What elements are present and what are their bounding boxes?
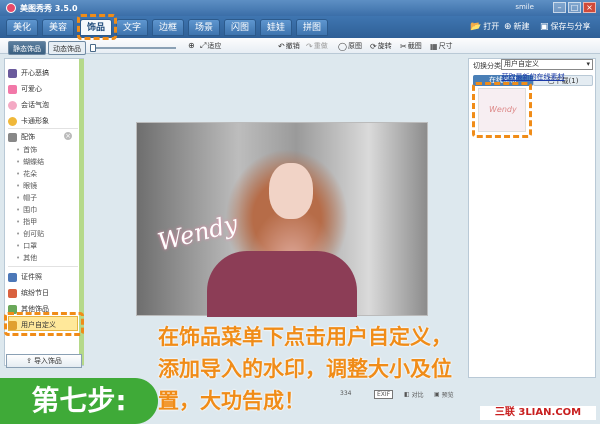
collapse-icon[interactable]: × xyxy=(64,132,72,140)
category-select[interactable]: 用户自定义 xyxy=(501,59,593,70)
app-logo-icon xyxy=(6,3,16,13)
tab-flash[interactable]: 闪图 xyxy=(224,19,256,36)
zoom-slider-track[interactable] xyxy=(92,47,176,49)
subcategory-bow[interactable]: 蝴蝶结 xyxy=(16,157,44,167)
import-accessory-button[interactable]: ⇪ 导入饰品 xyxy=(6,354,82,368)
maximize-icon[interactable]: □ xyxy=(568,2,581,13)
divider xyxy=(8,266,78,267)
speech-bubble-icon xyxy=(8,100,17,110)
category-cute-heart[interactable]: 可爱心 xyxy=(8,84,42,94)
subcategory-mask[interactable]: 口罩 xyxy=(16,241,37,251)
zoom-in-icon[interactable]: ⊕ xyxy=(188,41,195,50)
tab-doll[interactable]: 娃娃 xyxy=(260,19,292,36)
fun-icon xyxy=(8,68,17,78)
highlight-thumbnail xyxy=(472,82,532,138)
highlight-user-defined xyxy=(4,312,84,336)
tab-scene[interactable]: 场景 xyxy=(188,19,220,36)
new-button[interactable]: ⊕ 新建 xyxy=(504,21,530,32)
heart-icon xyxy=(8,84,17,94)
divider xyxy=(8,128,78,129)
site-watermark: 三联 3LIAN.COM xyxy=(480,406,596,420)
import-icon: ⇪ xyxy=(26,357,32,365)
rotate-button[interactable]: ⟳ 旋转 xyxy=(370,41,392,51)
category-cartoon[interactable]: 卡通形象 xyxy=(8,116,49,126)
subcategory-other[interactable]: 其他 xyxy=(16,253,37,263)
user-name[interactable]: smile xyxy=(515,3,534,11)
save-icon: ▣ xyxy=(540,21,549,32)
festival-icon xyxy=(8,288,17,298)
fit-icon: ⤢ xyxy=(200,41,207,50)
window-controls: – □ × xyxy=(553,2,596,13)
resize-button[interactable]: ▦ 尺寸 xyxy=(430,41,453,51)
category-festival[interactable]: 缤纷节日 xyxy=(8,288,49,298)
tab-dynamic-accessories[interactable]: 动态饰品 xyxy=(48,41,86,55)
close-icon[interactable]: × xyxy=(583,2,596,13)
zoom-slider-handle[interactable] xyxy=(90,44,96,52)
save-share-button[interactable]: ▣ 保存与分享 xyxy=(540,21,591,32)
tab-collage[interactable]: 拼图 xyxy=(296,19,328,36)
id-photo-icon xyxy=(8,272,17,282)
tab-static-accessories[interactable]: 静态饰品 xyxy=(8,41,46,55)
fit-button[interactable]: ⤢ 适应 xyxy=(200,41,221,51)
tab-beauty[interactable]: 美容 xyxy=(42,19,74,36)
subcategory-nail[interactable]: 指甲 xyxy=(16,217,37,227)
crop-icon: ✂ xyxy=(400,41,407,51)
instruction-line-2: 添加导入的水印，调整大小及位 xyxy=(158,357,452,381)
category-fun[interactable]: 开心恶搞 xyxy=(8,68,49,78)
instruction-text: 在饰品菜单下点击用户自定义， 添加导入的水印，调整大小及位 置，大功告成！ xyxy=(158,321,598,417)
original-icon: ◯ xyxy=(338,41,347,51)
open-button[interactable]: 📂 打开 xyxy=(470,21,499,32)
redo-button[interactable]: ↷ 重做 xyxy=(306,41,328,51)
get-online-materials-link[interactable]: 获取最新的在线素材 xyxy=(478,72,588,82)
subcategory-jewelry[interactable]: 首饰 xyxy=(16,145,37,155)
subcategory-hat[interactable]: 帽子 xyxy=(16,193,37,203)
category-speech-bubble[interactable]: 会话气泡 xyxy=(8,100,49,110)
subcategory-bandaid[interactable]: 创可贴 xyxy=(16,229,44,239)
rotate-icon: ⟳ xyxy=(370,41,377,51)
subcategory-scarf[interactable]: 围巾 xyxy=(16,205,37,215)
subcategory-glasses[interactable]: 眼镜 xyxy=(16,181,37,191)
accessory-icon xyxy=(8,132,17,142)
photo-subject-shirt xyxy=(207,251,357,317)
instruction-line-1: 在饰品菜单下点击用户自定义， xyxy=(158,325,452,349)
original-button[interactable]: ◯ 原图 xyxy=(338,41,362,51)
redo-icon: ↷ xyxy=(306,41,313,51)
step-banner: 第七步: xyxy=(0,378,158,424)
window-title: 美图秀秀 3.5.0 xyxy=(20,3,78,13)
resize-icon: ▦ xyxy=(430,41,438,51)
watermark-overlay[interactable]: Wendy xyxy=(155,210,241,257)
folder-icon: 📂 xyxy=(470,21,482,32)
minimize-icon[interactable]: – xyxy=(553,2,566,13)
category-accessory-group[interactable]: 配饰 xyxy=(8,132,35,142)
tab-frame[interactable]: 边框 xyxy=(152,19,184,36)
undo-icon: ↶ xyxy=(278,41,285,51)
crop-button[interactable]: ✂ 截图 xyxy=(400,41,422,51)
tab-beautify[interactable]: 美化 xyxy=(6,19,38,36)
category-id-photo[interactable]: 证件照 xyxy=(8,272,42,282)
photo-canvas[interactable]: Wendy xyxy=(136,122,428,317)
category-switch-label: 切换分类 xyxy=(473,62,501,70)
zoom-slider[interactable] xyxy=(86,44,184,52)
undo-button[interactable]: ↶ 撤销 xyxy=(278,41,300,51)
tab-text[interactable]: 文字 xyxy=(116,19,148,36)
highlight-accessories-tab xyxy=(77,14,117,40)
subcategory-flower[interactable]: 花朵 xyxy=(16,169,37,179)
cartoon-icon xyxy=(8,116,17,126)
plus-icon: ⊕ xyxy=(504,21,512,32)
photo-subject-face xyxy=(269,163,313,219)
